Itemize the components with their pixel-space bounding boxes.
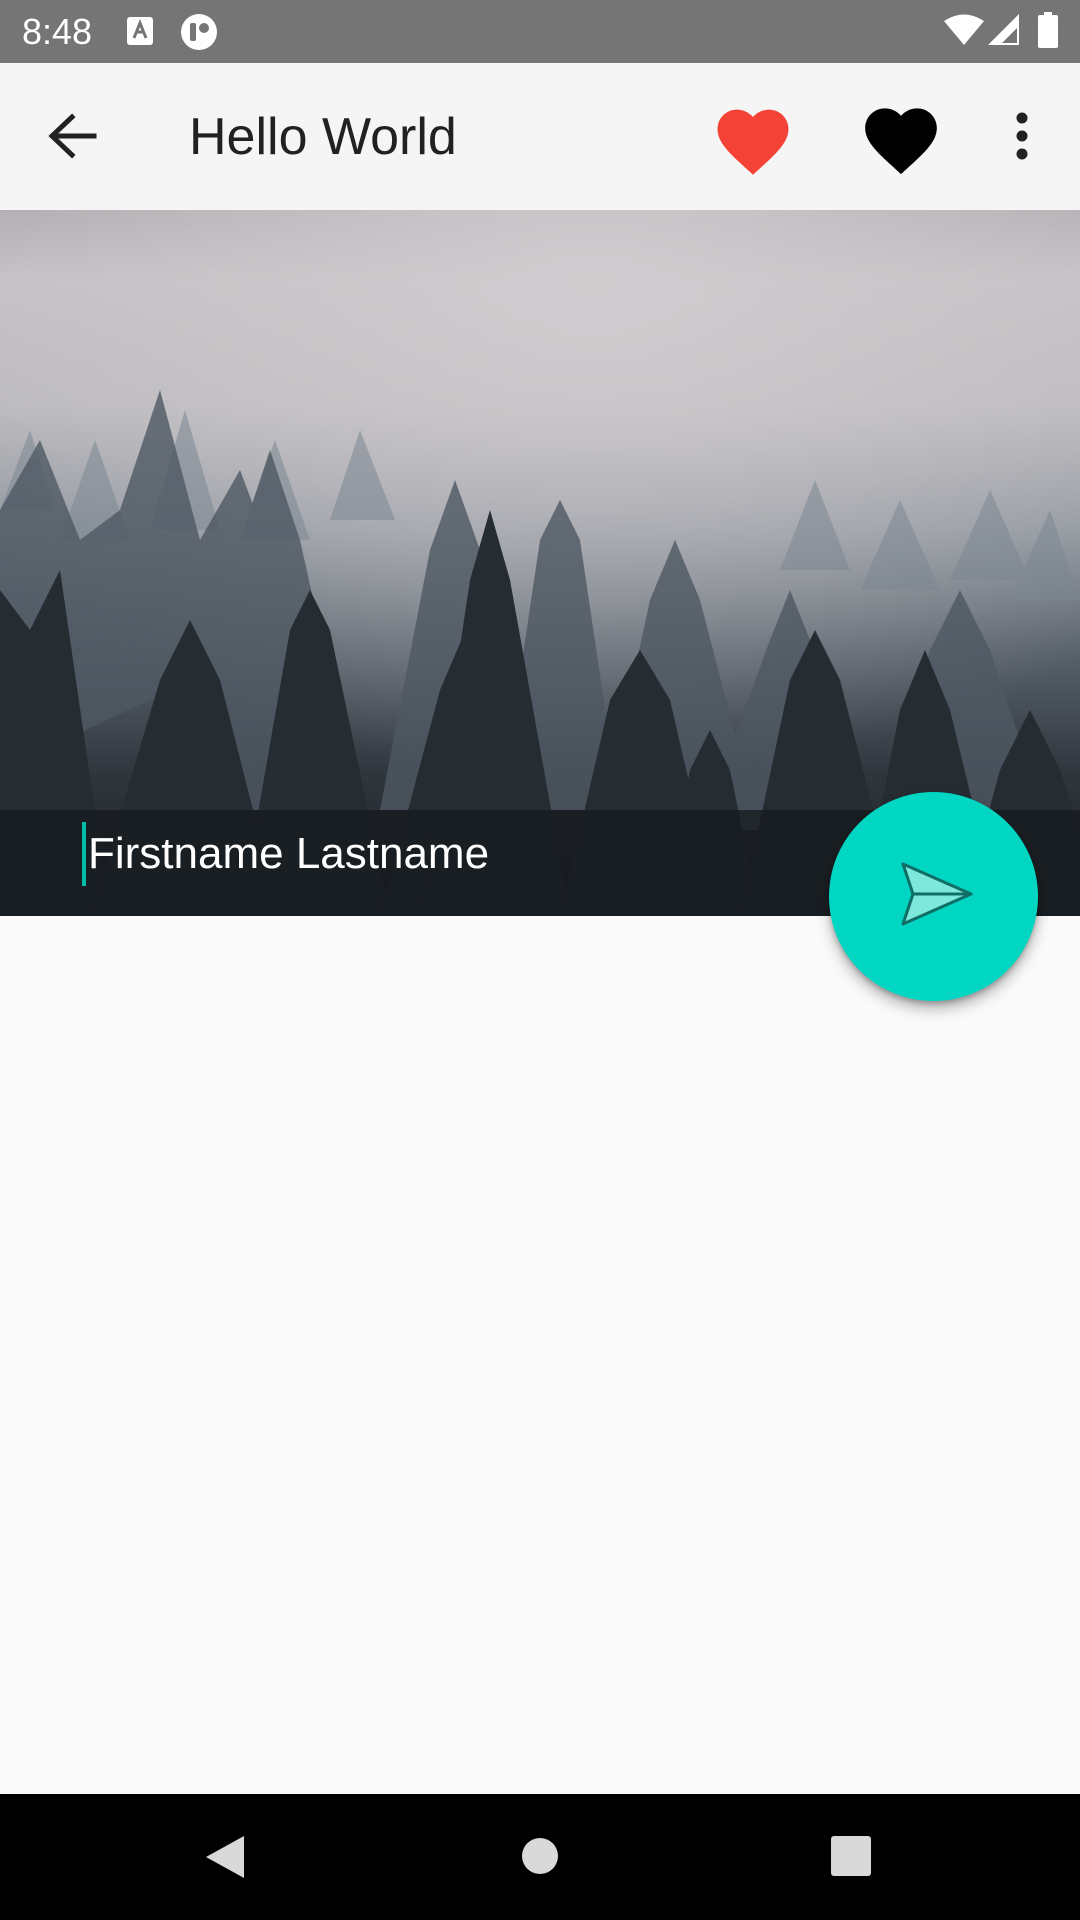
name-field[interactable] [82,822,688,886]
arrow-back-icon[interactable] [46,111,98,166]
page-title: Hello World [189,108,457,166]
wifi-icon [944,14,984,51]
send-button[interactable] [829,792,1038,1001]
back-triangle-icon[interactable] [204,1834,246,1885]
cellular-signal-icon [988,14,1020,51]
more-vert-icon[interactable] [1008,111,1036,166]
recents-square-icon[interactable] [831,1836,871,1881]
system-nav-bar [0,1794,1080,1920]
app-bar: Hello World [0,63,1080,210]
send-icon [901,862,973,926]
status-time: 8:48 [22,11,93,52]
app-notification-icon [180,13,218,56]
heart-icon[interactable] [858,97,944,182]
heart-icon[interactable] [710,99,796,182]
status-bar: 8:48 [0,0,1080,63]
text-notification-icon [126,16,154,51]
battery-icon [1038,12,1058,53]
home-circle-icon[interactable] [521,1837,559,1880]
